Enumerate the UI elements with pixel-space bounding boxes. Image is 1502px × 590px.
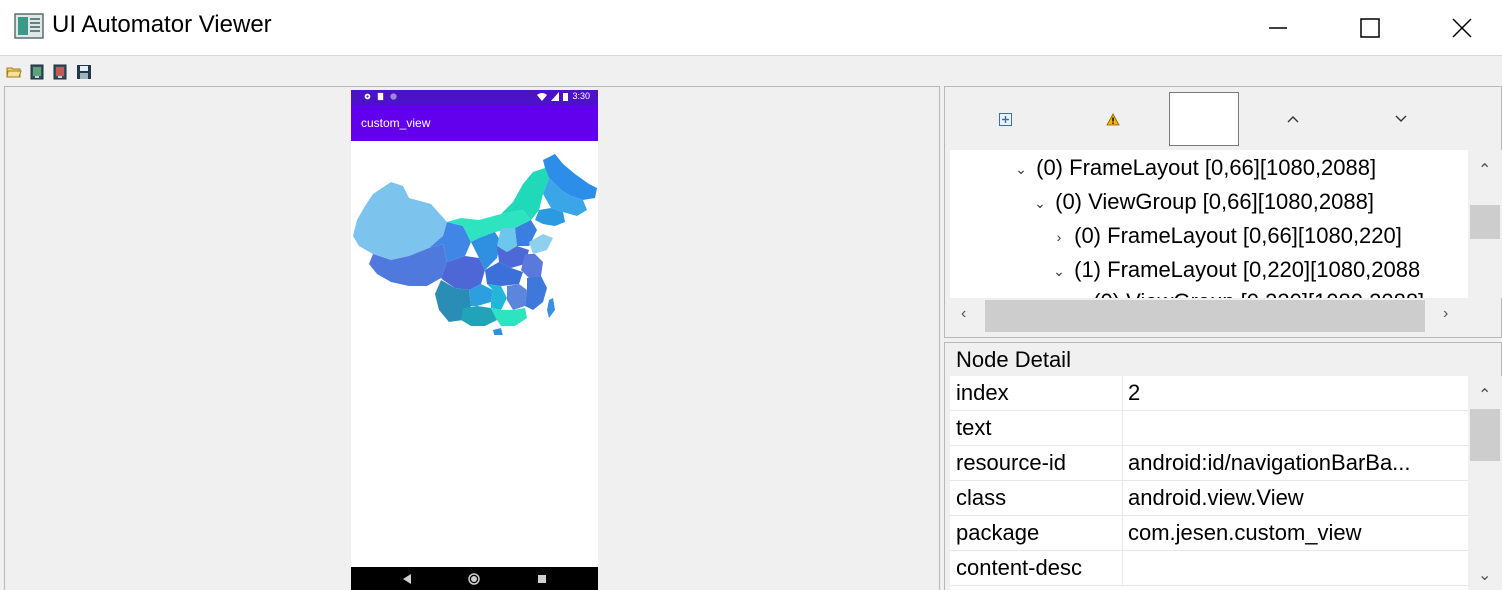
scroll-down-icon[interactable]: ⌄ — [1478, 565, 1491, 585]
app-bar: custom_view — [351, 105, 598, 141]
tree-node-label: (0) ViewGroup [0,66][1080,2088] — [1055, 189, 1374, 214]
detail-row[interactable]: package com.jesen.custom_view — [950, 516, 1468, 551]
battery-icon — [563, 92, 569, 101]
detail-row[interactable]: text — [950, 411, 1468, 446]
tree-node-label: (0) FrameLayout [0,66][1080,2088] — [1036, 155, 1377, 180]
open-folder-icon[interactable] — [6, 64, 22, 80]
detail-key: text — [956, 415, 992, 440]
china-map-image[interactable] — [351, 150, 598, 335]
tree-node[interactable]: › (0) FrameLayout [0,66][1080,220] — [1050, 223, 1402, 249]
hierarchy-tree[interactable]: ⌄ (0) FrameLayout [0,66][1080,2088] ⌄ (0… — [950, 150, 1468, 298]
close-button[interactable] — [1416, 0, 1502, 56]
detail-key: resource-id — [956, 450, 1067, 475]
minimize-button[interactable] — [1232, 0, 1324, 56]
tree-toggle[interactable]: ⌄ — [1012, 161, 1030, 178]
hierarchy-panel: ⌄ (0) FrameLayout [0,66][1080,2088] ⌄ (0… — [944, 86, 1502, 338]
window-title: UI Automator Viewer — [52, 11, 272, 38]
title-bar: UI Automator Viewer — [0, 0, 1502, 56]
tree-node-label: (0) ViewGroup [0,220][1080,2088] — [1093, 289, 1424, 298]
expand-all-icon — [998, 112, 1012, 126]
device-screenshot-panel[interactable]: 3:30 custom_view — [4, 86, 940, 590]
device-screenshot-icon[interactable] — [29, 64, 45, 80]
detail-value[interactable]: android.view.View — [1128, 485, 1304, 511]
detail-row[interactable]: class android.view.View — [950, 481, 1468, 516]
detail-key: package — [956, 520, 1040, 545]
home-icon[interactable] — [468, 573, 480, 585]
map-region-zhejiang-fujian[interactable] — [525, 276, 547, 310]
toggle-nafs-button[interactable] — [1078, 93, 1148, 145]
tree-toggle[interactable]: ⌄ — [1031, 195, 1049, 212]
tree-node-label: (1) FrameLayout [0,220][1080,2088 — [1074, 257, 1421, 282]
column-divider — [1122, 516, 1123, 551]
uiautomator-app-icon — [14, 13, 44, 39]
next-button[interactable] — [1366, 93, 1436, 145]
status-bar: 3:30 — [351, 90, 598, 105]
tree-vertical-scroll-thumb[interactable] — [1470, 205, 1500, 239]
scroll-left-icon[interactable]: ‹ — [961, 305, 966, 323]
previous-icon — [1287, 116, 1299, 123]
tree-node[interactable]: ⌄ (0) FrameLayout [0,66][1080,2088] — [1012, 155, 1376, 181]
previous-button[interactable] — [1258, 93, 1328, 145]
detail-key: index — [956, 380, 1009, 405]
navigation-bar[interactable] — [351, 567, 598, 590]
detail-value[interactable]: android:id/navigationBarBa... — [1128, 450, 1411, 476]
map-region-guangdong[interactable] — [491, 308, 527, 326]
detail-vertical-scroll-thumb[interactable] — [1470, 409, 1500, 461]
wifi-icon — [537, 92, 548, 101]
tree-toggle[interactable]: › — [1050, 229, 1068, 245]
save-icon[interactable] — [76, 64, 92, 80]
tree-node[interactable]: ⌄ (0) ViewGroup [0,220][1080,2088] — [1069, 289, 1424, 298]
settings-icon — [364, 93, 371, 100]
warning-icon — [1106, 112, 1120, 125]
node-detail-title: Node Detail — [956, 347, 1071, 372]
scroll-right-icon[interactable]: › — [1443, 305, 1448, 323]
signal-icon — [551, 91, 560, 101]
detail-value[interactable]: com.jesen.custom_view — [1128, 520, 1362, 546]
column-divider — [1122, 411, 1123, 446]
tree-node-label: (0) FrameLayout [0,66][1080,220] — [1074, 223, 1402, 248]
map-region-jiangxi[interactable] — [507, 284, 527, 310]
detail-row[interactable]: resource-id android:id/navigationBarBa..… — [950, 446, 1468, 481]
detail-key: content-desc — [956, 555, 1082, 580]
map-region-hainan[interactable] — [493, 328, 503, 335]
maximize-button[interactable] — [1324, 0, 1416, 56]
tree-node[interactable]: ⌄ (0) ViewGroup [0,66][1080,2088] — [1031, 189, 1374, 215]
column-divider — [1122, 446, 1123, 481]
column-divider — [1122, 376, 1123, 411]
circle-indicator-icon — [390, 93, 397, 100]
app-bar-title: custom_view — [361, 116, 431, 130]
hierarchy-search-field[interactable] — [1169, 92, 1239, 146]
detail-value[interactable]: 2 — [1128, 380, 1140, 406]
map-region-jiangsu-anhui[interactable] — [521, 254, 543, 278]
recents-icon[interactable] — [537, 573, 547, 585]
close-icon — [1452, 18, 1472, 38]
map-region-taiwan[interactable] — [547, 298, 555, 318]
minimize-icon — [1269, 27, 1287, 29]
detail-key: class — [956, 485, 1007, 510]
tree-toggle[interactable]: ⌄ — [1050, 263, 1068, 280]
node-detail-panel: Node Detail index 2 text resource-id and… — [944, 342, 1502, 590]
back-icon[interactable] — [402, 573, 412, 585]
detail-row[interactable]: content-desc — [950, 551, 1468, 586]
tree-node[interactable]: ⌄ (1) FrameLayout [0,220][1080,2088 — [1050, 257, 1420, 283]
column-divider — [1122, 551, 1123, 586]
device-screenshot-compressed-icon[interactable] — [52, 64, 68, 80]
column-divider — [1122, 481, 1123, 516]
next-icon — [1395, 115, 1407, 122]
node-detail-table[interactable]: index 2 text resource-id android:id/navi… — [950, 376, 1468, 590]
sd-card-icon — [377, 92, 384, 101]
main-toolbar — [0, 57, 1502, 85]
expand-all-button[interactable] — [970, 93, 1040, 145]
scroll-up-icon[interactable]: ⌃ — [1478, 160, 1491, 180]
device-screen[interactable]: 3:30 custom_view — [351, 90, 598, 590]
tree-horizontal-scroll-thumb[interactable] — [985, 300, 1425, 332]
detail-row[interactable]: index 2 — [950, 376, 1468, 411]
scroll-up-icon[interactable]: ⌃ — [1478, 385, 1491, 405]
status-time: 3:30 — [572, 91, 590, 101]
maximize-icon — [1360, 18, 1380, 38]
